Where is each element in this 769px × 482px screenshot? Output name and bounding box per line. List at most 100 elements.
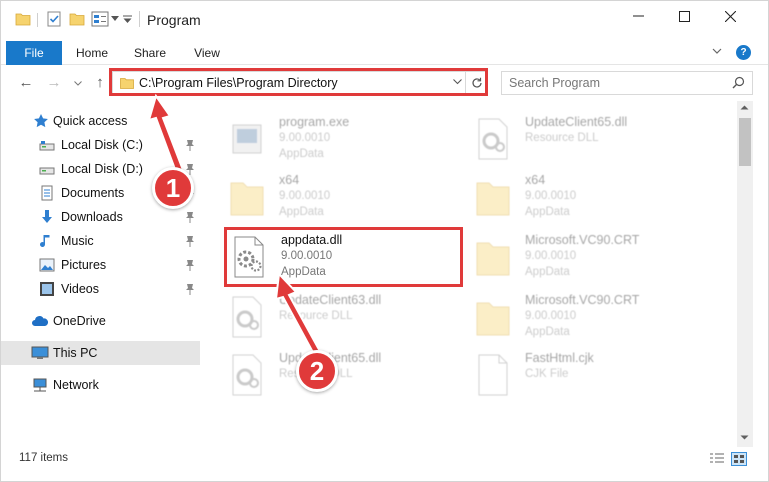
step-1-badge: 1 [152,167,194,209]
minimize-button[interactable] [615,1,661,31]
search-input[interactable]: Search Program [509,76,600,90]
recent-locations-icon[interactable] [69,74,87,92]
folder-icon [473,295,513,341]
close-button[interactable] [707,1,753,31]
sidebar-item-label: Pictures [61,258,107,272]
sidebar-item-music[interactable]: Music [1,229,200,253]
folder-icon [473,235,513,281]
back-button[interactable]: ← [17,74,35,92]
checkmark-icon[interactable] [47,10,63,28]
details-view-icon[interactable] [709,452,725,466]
file-item[interactable]: UpdateClient65.dll Resource DLL [473,113,713,171]
file-version: 9.00.0010 [525,310,577,322]
file-name: Microsoft.VC90.CRT [525,233,640,247]
navigation-pane: Quick access Local Disk (C:) Local Disk … [1,105,200,445]
up-button[interactable]: ↑ [91,74,109,92]
search-box[interactable]: Search Program [501,71,753,95]
file-item[interactable]: Microsoft.VC90.CRT 9.00.0010 AppData [473,291,713,349]
file-item[interactable]: FastHtml.cjk CJK File [473,349,713,407]
title-bar: Program [1,1,768,37]
file-version: Resource DLL [525,132,599,144]
file-item[interactable]: x64 9.00.0010 AppData [473,171,713,229]
scroll-down-icon[interactable] [740,434,749,443]
toolbar-divider [37,13,38,27]
title-divider [139,11,140,27]
file-version: CJK File [525,368,569,380]
file-version: 9.00.0010 [279,190,331,202]
file-name: x64 [279,173,300,187]
music-icon [39,233,55,249]
tab-home[interactable]: Home [67,41,117,65]
folder-icon[interactable] [15,10,31,28]
scroll-up-icon[interactable] [740,103,749,112]
help-icon[interactable]: ? [736,45,751,60]
vertical-scrollbar[interactable] [737,101,753,447]
drive-icon [39,161,55,177]
exe-icon [227,117,267,163]
search-icon[interactable] [732,76,745,92]
pin-icon[interactable] [185,259,195,271]
sidebar-item-videos[interactable]: Videos [1,277,200,301]
properties-icon[interactable] [91,10,109,28]
file-item[interactable]: program.exe 9.00.0010 AppData [227,113,467,171]
file-name: program.exe [279,115,350,129]
file-description: AppData [279,148,324,160]
file-item[interactable]: UpdateClient63.dll Resource DLL [227,291,467,349]
sidebar-item-label: Local Disk (C:) [61,138,143,152]
pin-icon[interactable] [185,283,195,295]
pin-icon[interactable] [185,235,195,247]
item-count: 117 items [19,452,69,464]
file-version: 9.00.0010 [525,190,577,202]
expand-ribbon-icon[interactable] [712,45,726,59]
file-name: FastHtml.cjk [525,351,594,365]
dll-icon [227,295,267,341]
sidebar-item-label: This PC [53,346,98,360]
file-highlight-box [224,227,463,287]
network-icon [31,377,47,393]
file-item[interactable]: Microsoft.VC90.CRT 9.00.0010 AppData [473,231,713,289]
file-version: Resource DLL [279,310,353,322]
sidebar-item-quick-access[interactable]: Quick access [1,109,200,133]
dll-icon [227,353,267,399]
maximize-button[interactable] [661,1,707,31]
sidebar-item-label: Network [53,378,99,392]
sidebar-item-label: Music [61,234,94,248]
sidebar-item-pictures[interactable]: Pictures [1,253,200,277]
sidebar-item-label: OneDrive [53,314,106,328]
quick-access-menu-icon[interactable] [123,10,133,28]
pin-icon[interactable] [185,211,195,223]
new-folder-icon[interactable] [69,10,85,28]
videos-icon [39,281,55,297]
file-description: AppData [525,206,570,218]
file-name: Microsoft.VC90.CRT [525,293,640,307]
file-icon [473,353,513,399]
file-item[interactable]: x64 9.00.0010 AppData [227,171,467,229]
computer-icon [31,345,49,361]
sidebar-item-local-disk-c[interactable]: Local Disk (C:) [1,133,200,157]
cloud-icon [31,313,49,329]
star-icon [33,113,49,129]
step-2-badge: 2 [296,350,338,392]
sidebar-item-onedrive[interactable]: OneDrive [1,309,200,333]
file-version: 9.00.0010 [525,250,577,262]
tab-file[interactable]: File [6,41,62,65]
pictures-icon [39,257,55,273]
tab-share[interactable]: Share [123,41,177,65]
customize-dropdown-icon[interactable] [111,10,121,28]
documents-icon [39,185,55,201]
pin-icon[interactable] [185,139,195,151]
sidebar-item-network[interactable]: Network [1,373,200,397]
ribbon-tabs: File Home Share View ? [1,41,768,65]
folder-icon [473,175,513,221]
sidebar-item-this-pc[interactable]: This PC [1,341,200,365]
tiles-view-icon[interactable] [731,452,747,466]
sidebar-item-label: Documents [61,186,125,200]
forward-button[interactable]: → [45,74,63,92]
tab-view[interactable]: View [182,41,232,65]
sidebar-item-label: Local Disk (D:) [61,162,143,176]
file-description: AppData [525,266,570,278]
scrollbar-thumb[interactable] [739,118,751,166]
file-name: UpdateClient65.dll [525,115,628,129]
sidebar-item-label: Downloads [61,210,123,224]
file-item[interactable]: UpdateClient65.dll Resource DLL [227,349,467,407]
